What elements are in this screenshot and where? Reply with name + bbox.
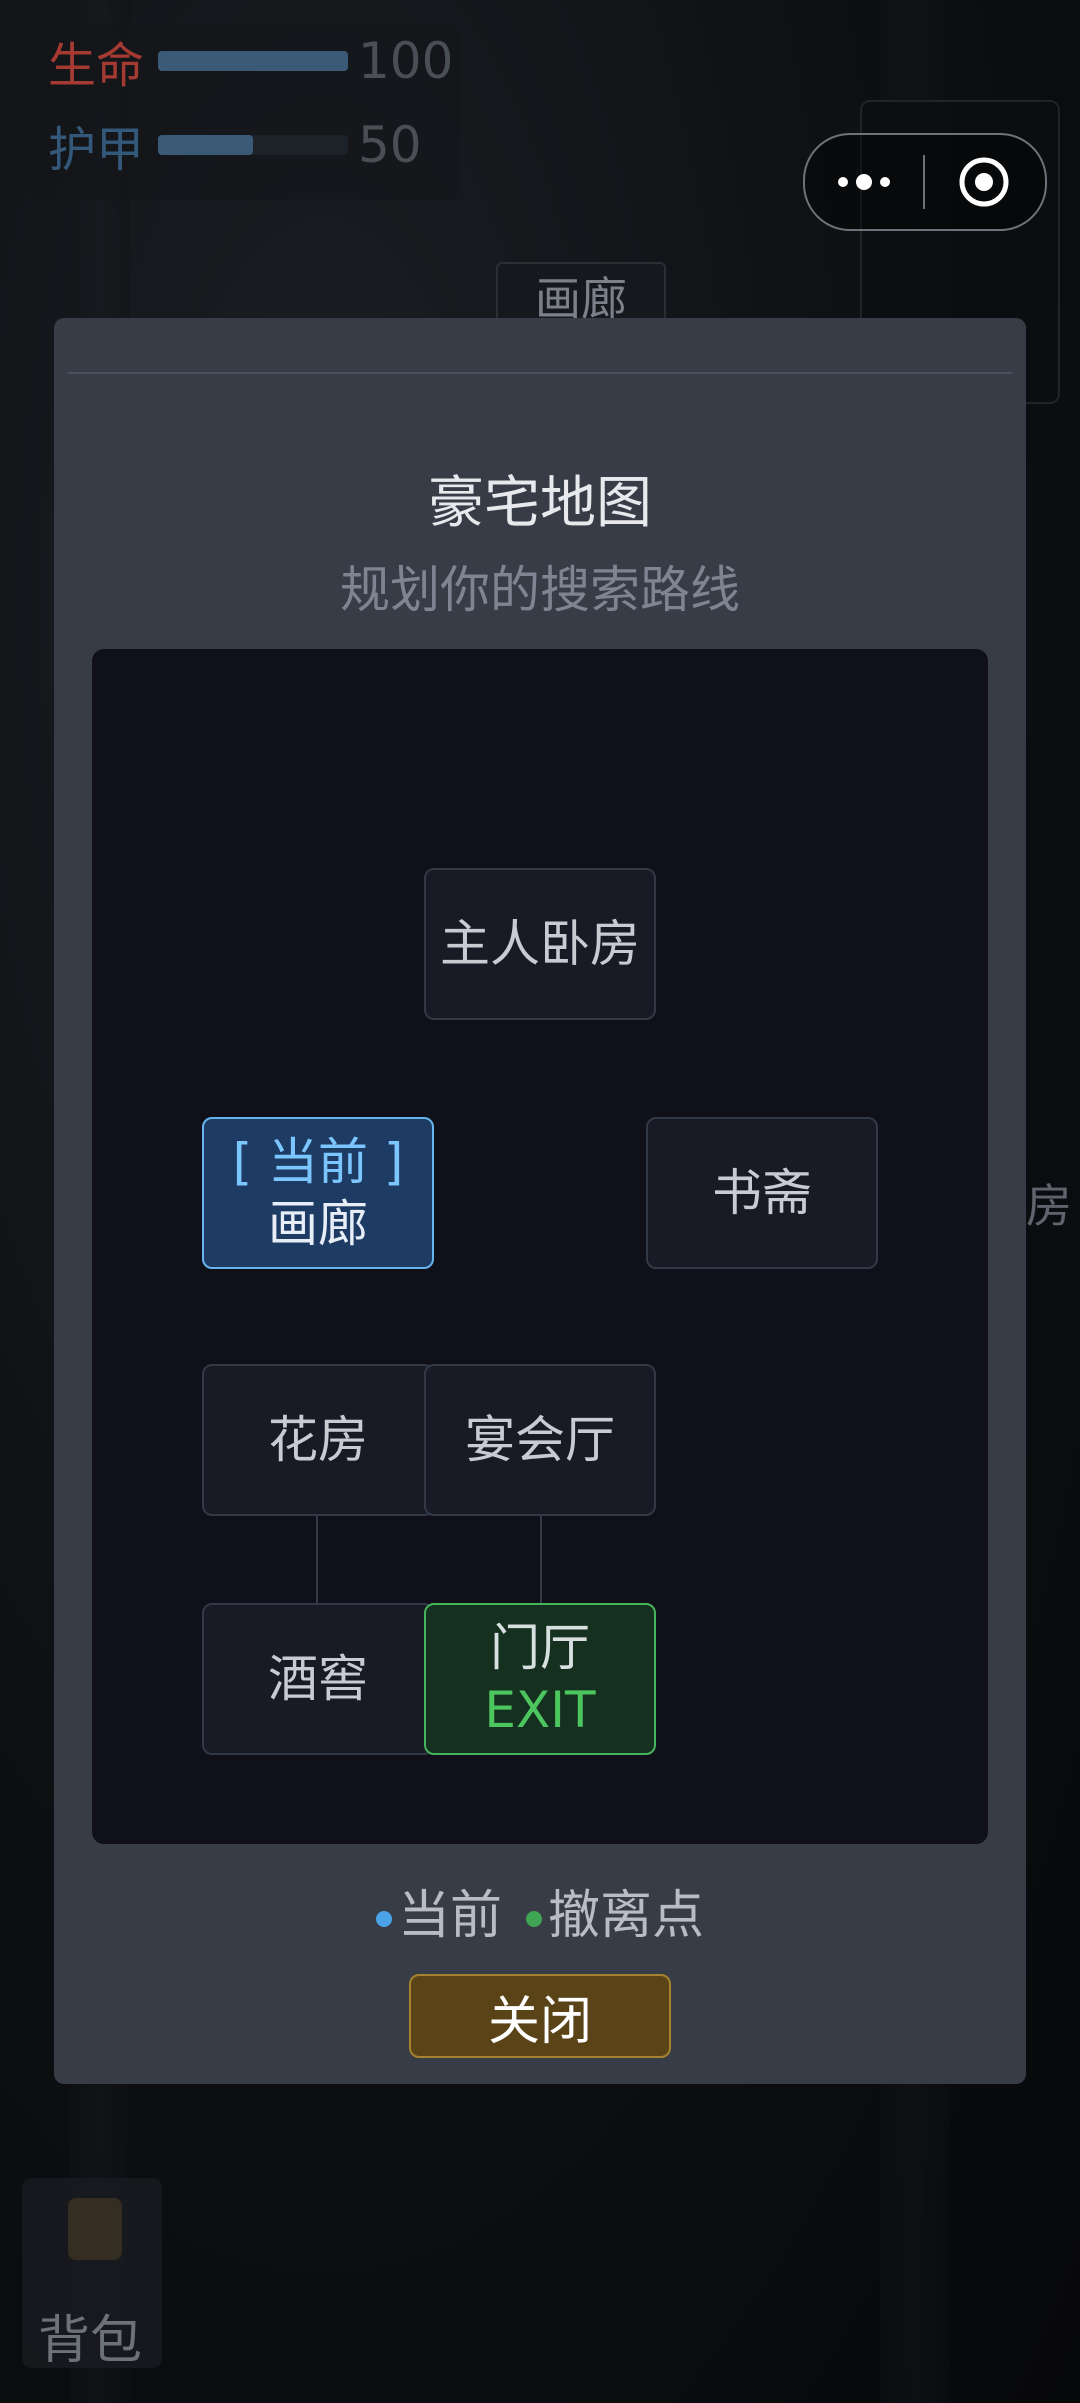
armor-row: 护甲 50 <box>48 110 422 180</box>
room-label: 画廊 <box>268 1195 368 1253</box>
room-label: 书斋 <box>712 1163 812 1222</box>
backpack-icon <box>68 2198 122 2260</box>
legend-extraction-label: 撤离点 <box>548 1886 705 1946</box>
current-dot-icon <box>375 1911 392 1927</box>
modal-subtitle: 规划你的搜索路线 <box>340 561 740 619</box>
room-greenhouse[interactable]: 花房 <box>202 1364 434 1516</box>
armor-value: 50 <box>358 116 422 174</box>
more-icon[interactable] <box>805 174 923 190</box>
room-label: 花房 <box>268 1410 368 1469</box>
health-row: 生命 100 <box>48 26 453 96</box>
armor-bar <box>158 135 348 155</box>
miniprogram-capsule <box>803 133 1047 231</box>
room-study[interactable]: 书斋 <box>646 1117 878 1269</box>
legend-current: 当前 <box>375 1873 502 1948</box>
health-bar-fill <box>158 51 348 71</box>
mansion-map: 主人卧房 [ 当前 ] 画廊 书斋 花房 宴会厅 酒窖 门厅 EXIT <box>92 649 988 1844</box>
game-screen: 画廊 房 生命 100 护甲 50 背包 豪宅地图 规划你的搜索路线 主人卧房 … <box>0 0 1080 2403</box>
current-tag: [ 当前 ] <box>232 1132 404 1191</box>
armor-label: 护甲 <box>48 122 145 178</box>
room-label: 宴会厅 <box>465 1410 615 1469</box>
room-label: 门厅 <box>490 1618 590 1677</box>
room-banquet-hall[interactable]: 宴会厅 <box>424 1364 656 1516</box>
health-bar <box>158 51 348 71</box>
connector-banquet-foyer <box>540 1515 542 1607</box>
room-master-bedroom[interactable]: 主人卧房 <box>424 868 656 1020</box>
background-room-label-right: 房 <box>1026 1179 1072 1233</box>
room-label: 酒窖 <box>268 1649 368 1708</box>
map-modal: 豪宅地图 规划你的搜索路线 主人卧房 [ 当前 ] 画廊 书斋 花房 宴会厅 酒… <box>54 318 1026 2084</box>
room-gallery-current[interactable]: [ 当前 ] 画廊 <box>202 1117 434 1269</box>
room-label: 主人卧房 <box>440 914 640 973</box>
map-legend: 当前 撤离点 <box>54 1873 1026 1948</box>
room-foyer-exit[interactable]: 门厅 EXIT <box>424 1603 656 1755</box>
room-wine-cellar[interactable]: 酒窖 <box>202 1603 434 1755</box>
connector-greenhouse-cellar <box>316 1515 318 1607</box>
health-label: 生命 <box>48 38 145 94</box>
exit-tag: EXIT <box>484 1681 596 1739</box>
health-value: 100 <box>358 32 454 90</box>
legend-current-label: 当前 <box>397 1886 502 1946</box>
modal-title: 豪宅地图 <box>428 471 652 536</box>
armor-bar-fill <box>158 135 253 155</box>
close-button[interactable]: 关闭 <box>409 1974 671 2058</box>
extraction-dot-icon <box>526 1911 542 1927</box>
modal-divider <box>68 372 1012 374</box>
close-miniprogram-icon[interactable] <box>925 156 1043 208</box>
backpack-button[interactable]: 背包 <box>22 2178 162 2371</box>
status-hud: 生命 100 护甲 50 <box>28 24 460 200</box>
backpack-label: 背包 <box>38 2311 143 2371</box>
legend-extraction: 撤离点 <box>526 1873 704 1948</box>
